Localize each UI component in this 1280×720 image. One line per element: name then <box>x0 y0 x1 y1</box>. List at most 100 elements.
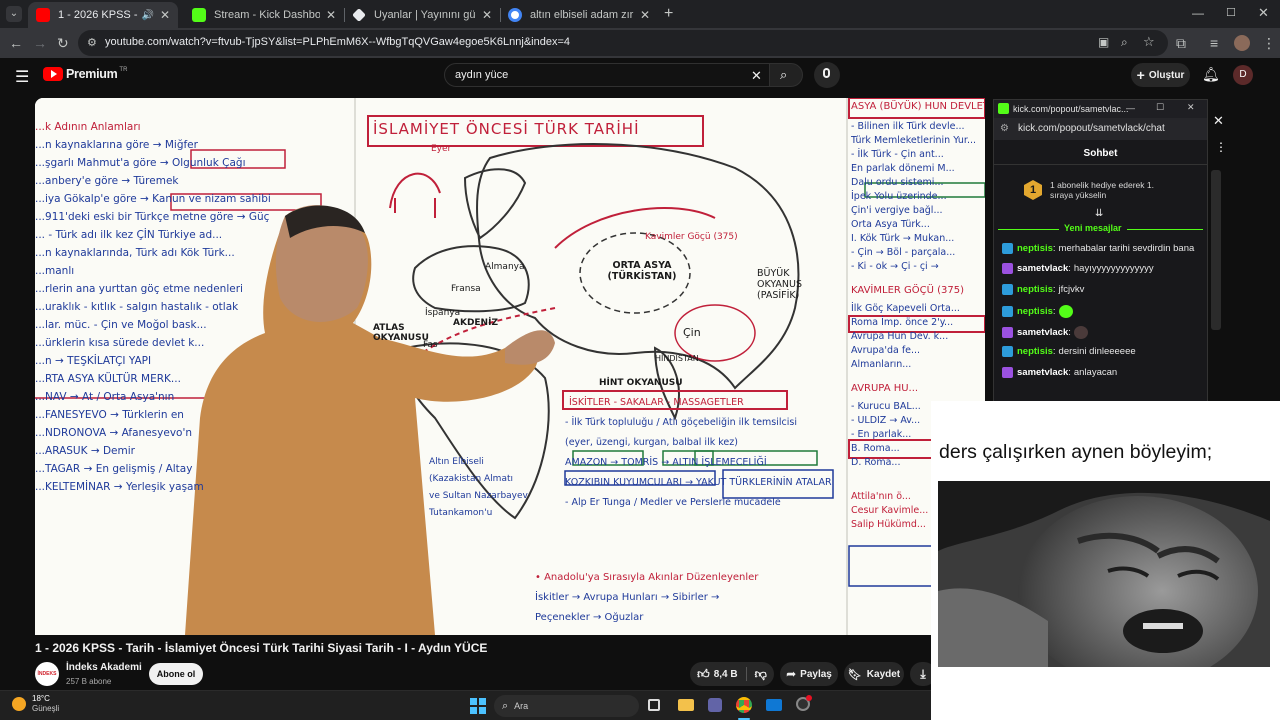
chat-username[interactable]: neptisis <box>1017 243 1053 254</box>
like-button[interactable]: 👍︎ 8,4 B <box>697 667 737 682</box>
tab-close-icon[interactable]: ✕ <box>326 8 336 22</box>
clear-search-icon[interactable]: ✕ <box>751 68 762 84</box>
chat-username[interactable]: sametvlack <box>1017 327 1068 338</box>
maximize-icon[interactable]: ☐ <box>1226 6 1236 19</box>
bookmark-icon: 🔖︎ <box>847 668 862 681</box>
profile-avatar[interactable] <box>1234 35 1250 51</box>
reload-icon[interactable]: ↻ <box>57 36 69 50</box>
diamond-favicon-icon <box>352 8 366 22</box>
windows-start-icon[interactable] <box>470 698 486 714</box>
tab-close-icon[interactable]: ✕ <box>482 8 492 22</box>
crying-child-image <box>938 481 1270 667</box>
taskbar-search-placeholder: Ara <box>514 701 529 711</box>
tab-kick-dashboard[interactable]: Stream - Kick Dashboard ✕ <box>184 2 344 28</box>
chat-username[interactable]: sametvlack <box>1017 367 1068 378</box>
kick-maximize-icon[interactable]: ☐ <box>1156 102 1164 113</box>
tab-search-icon[interactable]: ⌄ <box>6 6 22 22</box>
tab-youtube[interactable]: 1 - 2026 KPSS - Tarih - İslam 🔊 ✕ <box>28 2 178 28</box>
board-line: - İlk Türk topluluğu / Atlı göçebeliğin … <box>565 417 797 428</box>
close-window-icon[interactable]: ✕ <box>1258 5 1269 21</box>
account-avatar[interactable]: D <box>1233 65 1253 85</box>
kick-favicon-icon <box>192 8 206 22</box>
weather-widget[interactable]: 18°C Güneşli <box>12 694 59 714</box>
weather-desc: Güneşli <box>32 704 60 713</box>
zoom-icon[interactable]: ⌕ <box>1121 35 1128 50</box>
forward-icon[interactable]: → <box>33 36 47 50</box>
channel-avatar[interactable]: İNDEKS <box>35 662 59 686</box>
chat-text: merhabalar tarihi sevdirdin bana <box>1058 243 1195 254</box>
file-explorer-icon[interactable] <box>678 699 694 711</box>
chat-text: hayıyyyyyyyyyyyyy <box>1073 263 1154 274</box>
sub-rank-banner[interactable]: 1 1 abonelik hediye ederek 1. sıraya yük… <box>1024 178 1184 202</box>
notifications-bell-icon[interactable]: 🔔︎ <box>1202 66 1220 83</box>
bottom-heading: • Anadolu'ya Sırasıyla Akınlar Düzenleye… <box>535 572 759 583</box>
logo-region: TR <box>119 67 128 73</box>
notification-dot <box>806 695 812 701</box>
bookmark-star-icon[interactable]: ☆ <box>1143 34 1155 50</box>
minimize-icon[interactable]: — <box>1192 6 1204 20</box>
video-player[interactable]: İSLAMİYET ÖNCESİ TÜRK TARİHİ ...k Adının… <box>35 98 985 635</box>
emote-icon <box>1073 326 1088 339</box>
share-label: Paylaş <box>800 668 832 680</box>
mail-icon[interactable] <box>766 699 782 711</box>
taskbar-search[interactable]: ⌕ Ara <box>494 695 639 717</box>
tab-uyanlar[interactable]: Uyanlar | Yayınını güçlendirme ✕ <box>344 2 500 28</box>
windows-taskbar: 18°C Güneşli ⌕ Ara <box>0 690 931 720</box>
search-button[interactable]: ⌕ <box>769 63 803 87</box>
chrome-icon[interactable] <box>736 697 752 713</box>
create-button[interactable]: + Oluştur <box>1131 63 1190 87</box>
kick-window-titlebar: kick.com/popout/sametvlac... — ☐ ✕ <box>994 100 1207 118</box>
mic-badge-icon <box>1002 367 1013 378</box>
search-input[interactable]: aydın yüce ✕ <box>444 63 770 87</box>
channel-name[interactable]: İndeks Akademi <box>66 662 142 673</box>
subscriber-badge-icon <box>1002 284 1013 295</box>
youtube-logo[interactable]: Premium TR <box>43 67 127 81</box>
side-close-icon[interactable]: ✕ <box>1213 113 1224 129</box>
sub-text-2: sıraya yükselin <box>1050 190 1107 200</box>
browser-menu-icon[interactable]: ⋮ <box>1262 36 1276 50</box>
task-view-icon[interactable] <box>648 699 660 711</box>
cast-icon[interactable]: ▣ <box>1098 35 1109 49</box>
meme-caption: ders çalışırken aynen böyleyim; <box>939 441 1213 463</box>
share-button[interactable]: ➦ Paylaş <box>780 662 838 686</box>
media-control-icon[interactable]: ≡ <box>1210 36 1218 50</box>
kick-window-title: kick.com/popout/sametvlac... <box>1013 104 1129 114</box>
board-line: KOZKIBIN KUYUMCULARI → YAKUT TÜRKLERİNİN… <box>565 477 835 488</box>
tab-title: altın elbiseli adam zırhı - Googl <box>530 9 634 21</box>
kick-close-icon[interactable]: ✕ <box>1187 102 1195 113</box>
tab-title: 1 - 2026 KPSS - Tarih - İslam <box>58 9 139 21</box>
chat-username[interactable]: sametvlack <box>1017 263 1068 274</box>
tab-close-icon[interactable]: ✕ <box>640 8 650 22</box>
site-info-icon[interactable]: ⚙ <box>87 36 97 49</box>
address-bar[interactable]: ⚙ youtube.com/watch?v=ftvub-TjpSY&list=P… <box>78 30 1168 56</box>
chat-username[interactable]: neptisis <box>1017 306 1053 317</box>
chat-username[interactable]: neptisis <box>1017 346 1053 357</box>
scroll-down-icon[interactable]: ⇊ <box>1095 208 1103 219</box>
subscribe-button[interactable]: Abone ol <box>149 663 203 685</box>
save-label: Kaydet <box>866 668 901 680</box>
download-icon: ⤓ <box>920 666 926 681</box>
hamburger-menu-icon[interactable]: ☰ <box>15 67 29 87</box>
chat-username[interactable]: neptisis <box>1017 284 1053 295</box>
subscriber-badge-icon <box>1002 346 1013 357</box>
teams-icon[interactable] <box>708 698 722 712</box>
thumbs-down-icon[interactable]: 👎︎ <box>755 667 767 682</box>
kick-site-info-icon[interactable]: ⚙ <box>1000 123 1009 134</box>
side-scrollbar[interactable] <box>1209 160 1225 330</box>
extensions-icon[interactable]: ⧉ <box>1176 36 1186 50</box>
new-tab-icon[interactable]: + <box>664 5 673 23</box>
share-icon: ➦ <box>786 667 797 681</box>
save-button[interactable]: 🔖︎ Kaydet <box>844 662 904 686</box>
board-line: Altın Elbiseli <box>429 457 484 467</box>
kick-minimize-icon[interactable]: — <box>1126 103 1135 113</box>
back-icon[interactable]: ← <box>9 36 23 50</box>
voice-search-button[interactable] <box>814 62 840 88</box>
side-options-icon[interactable]: ⋮ <box>1215 140 1227 154</box>
tab-audio-icon[interactable]: 🔊 <box>141 10 153 21</box>
tab-google-search[interactable]: altın elbiseli adam zırhı - Googl ✕ <box>500 2 658 28</box>
tab-close-icon[interactable]: ✕ <box>160 8 170 22</box>
tab-title: Uyanlar | Yayınını güçlendirme <box>374 9 476 21</box>
search-value: aydın yüce <box>455 69 509 81</box>
kick-chat-popup: kick.com/popout/sametvlac... — ☐ ✕ ⚙ kic… <box>993 99 1227 403</box>
weather-temp: 18°C <box>32 694 50 703</box>
